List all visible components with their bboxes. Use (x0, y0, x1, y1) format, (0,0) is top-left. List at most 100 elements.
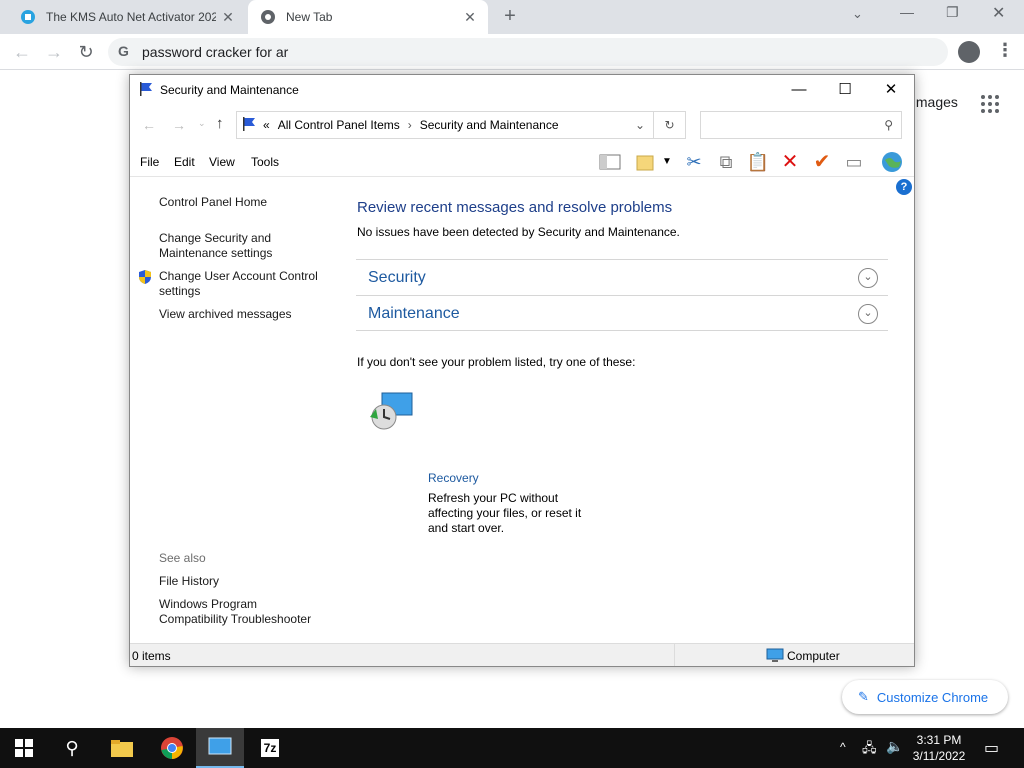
help-icon[interactable]: ? (896, 179, 912, 195)
date: 3/11/2022 (912, 749, 966, 763)
globe-icon[interactable] (878, 149, 906, 175)
section-label: Security (368, 269, 426, 286)
try-these-text: If you don't see your problem listed, tr… (357, 355, 636, 369)
new-tab-button[interactable]: + (498, 4, 522, 28)
address-bar[interactable]: G (108, 38, 948, 66)
search-icon[interactable]: ⚲ (48, 728, 96, 768)
forward-icon[interactable]: → (42, 40, 66, 64)
pencil-icon: ✎ (858, 689, 869, 704)
time: 3:31 PM (916, 733, 962, 747)
back-icon[interactable]: ← (10, 40, 34, 64)
location-label: Computer (787, 649, 840, 663)
tab-title: The KMS Auto Net Activator 202 (46, 10, 216, 24)
view-archived-messages-link[interactable]: View archived messages (159, 307, 292, 322)
network-icon[interactable]: 🖧 (862, 739, 877, 761)
tab-new-tab[interactable]: New Tab ✕ (248, 0, 488, 34)
recovery-description: Refresh your PC without affecting your f… (428, 491, 581, 536)
menu-bar: File Edit View Tools ▼ ✂ ⧉ 📋 ✕ ✔ ▭ ? (130, 147, 914, 195)
breadcrumb-overflow[interactable]: « (263, 118, 270, 132)
security-section[interactable]: Security ⌄ (356, 259, 888, 295)
control-panel-home-link[interactable]: Control Panel Home (159, 195, 267, 210)
notifications-icon[interactable]: ▭ (984, 738, 999, 758)
search-icon: ⚲ (884, 118, 893, 132)
close-tab-icon[interactable]: ✕ (220, 9, 236, 26)
status-bar: 0 items Computer (130, 643, 914, 666)
recovery-link[interactable]: Recovery (428, 471, 479, 485)
windows-icon (15, 739, 33, 757)
chrome-menu-icon[interactable]: ⋮ (996, 40, 1014, 61)
forward-icon[interactable]: → (172, 117, 186, 133)
google-icon: G (118, 43, 129, 59)
check-icon[interactable]: ✔ (808, 149, 836, 175)
menu-tools[interactable]: Tools (251, 155, 279, 169)
breadcrumb-item[interactable]: Security and Maintenance (420, 118, 559, 132)
desc-line: Refresh your PC without (428, 491, 559, 505)
sevenzip-taskbar-icon[interactable]: 7z (246, 728, 294, 768)
change-security-settings-link[interactable]: Change Security and Maintenance settings (159, 231, 272, 261)
compatibility-troubleshooter-link[interactable]: Windows Program Compatibility Troublesho… (159, 597, 311, 627)
chevron-down-icon[interactable]: ⌄ (858, 304, 878, 324)
up-icon[interactable]: ↑ (216, 115, 224, 132)
omnibox-input[interactable] (142, 42, 922, 62)
control-panel-taskbar-icon[interactable] (196, 728, 244, 768)
recovery-icon[interactable] (368, 389, 414, 436)
delete-icon[interactable]: ✕ (776, 149, 804, 175)
search-input[interactable]: ⚲ (700, 111, 902, 139)
new-folder-icon[interactable] (632, 149, 660, 175)
reload-icon[interactable]: ↻ (74, 40, 98, 64)
minimize-icon[interactable]: — (900, 4, 914, 20)
close-tab-icon[interactable]: ✕ (462, 9, 478, 26)
security-maintenance-window: Security and Maintenance — ☐ ✕ ← → ⌄ ↑ «… (129, 74, 915, 667)
recent-locations-icon[interactable]: ⌄ (198, 118, 206, 129)
copy-icon[interactable]: ⧉ (712, 149, 740, 175)
window-close-icon[interactable]: ✕ (868, 75, 914, 105)
paste-icon[interactable]: 📋 (744, 149, 772, 175)
maintenance-section[interactable]: Maintenance ⌄ (356, 295, 888, 331)
window-minimize-icon[interactable]: — (776, 75, 822, 105)
breadcrumb-item[interactable]: All Control Panel Items (278, 118, 400, 132)
file-history-link[interactable]: File History (159, 574, 219, 589)
uac-shield-icon (137, 269, 153, 288)
status-divider (674, 644, 675, 666)
clock[interactable]: 3:31 PM 3/11/2022 (906, 732, 972, 764)
profile-avatar-icon[interactable] (958, 41, 980, 63)
layout-pane-icon[interactable] (596, 149, 624, 175)
apps-grid-icon[interactable] (980, 94, 1000, 114)
file-explorer-icon[interactable] (98, 728, 146, 768)
main-content: Review recent messages and resolve probl… (356, 179, 896, 644)
link-line: Change User Account Control (159, 269, 318, 283)
tab-search-icon[interactable]: ⌄ (852, 6, 863, 22)
chevron-down-icon[interactable]: ⌄ (858, 268, 878, 288)
start-button[interactable] (0, 728, 48, 768)
browser-tab-strip: The KMS Auto Net Activator 202 ✕ New Tab… (0, 0, 1024, 34)
tab-kms[interactable]: The KMS Auto Net Activator 202 ✕ (8, 0, 246, 34)
chrome-taskbar-icon[interactable] (148, 728, 196, 768)
menu-file[interactable]: File (140, 155, 159, 169)
address-row: ← → ⌄ ↑ « All Control Panel Items › Secu… (130, 109, 914, 143)
menu-edit[interactable]: Edit (174, 155, 195, 169)
window-titlebar[interactable]: Security and Maintenance — ☐ ✕ (130, 75, 914, 105)
dropdown-arrow-icon[interactable]: ▼ (660, 149, 674, 175)
cut-icon[interactable]: ✂ (680, 149, 708, 175)
link-line: Compatibility Troubleshooter (159, 612, 312, 626)
restore-icon[interactable]: ❐ (946, 4, 959, 21)
breadcrumb[interactable]: « All Control Panel Items › Security and… (236, 111, 654, 139)
computer-icon (766, 648, 784, 666)
link-line: Windows Program (159, 597, 258, 611)
customize-chrome-button[interactable]: ✎ Customize Chrome (842, 680, 1008, 714)
rename-icon[interactable]: ▭ (840, 149, 868, 175)
customize-label: Customize Chrome (876, 689, 989, 705)
show-hidden-icons-icon[interactable]: ^ (840, 740, 846, 754)
refresh-icon[interactable]: ↻ (654, 111, 686, 139)
back-icon[interactable]: ← (142, 117, 156, 133)
volume-icon[interactable]: 🔈 (886, 738, 903, 755)
taskbar: ⚲ 7z ^ 🖧 🔈 3:31 PM 3/11/2022 ▭ (0, 728, 1024, 768)
images-link[interactable]: Images (912, 94, 958, 110)
window-maximize-icon[interactable]: ☐ (822, 75, 868, 105)
menu-view[interactable]: View (209, 155, 235, 169)
item-count: 0 items (132, 649, 171, 663)
link-line: Change Security and (159, 231, 272, 245)
chevron-down-icon[interactable]: ⌄ (635, 118, 645, 132)
close-browser-icon[interactable]: ✕ (992, 3, 1005, 23)
change-uac-settings-link[interactable]: Change User Account Control settings (159, 269, 318, 299)
